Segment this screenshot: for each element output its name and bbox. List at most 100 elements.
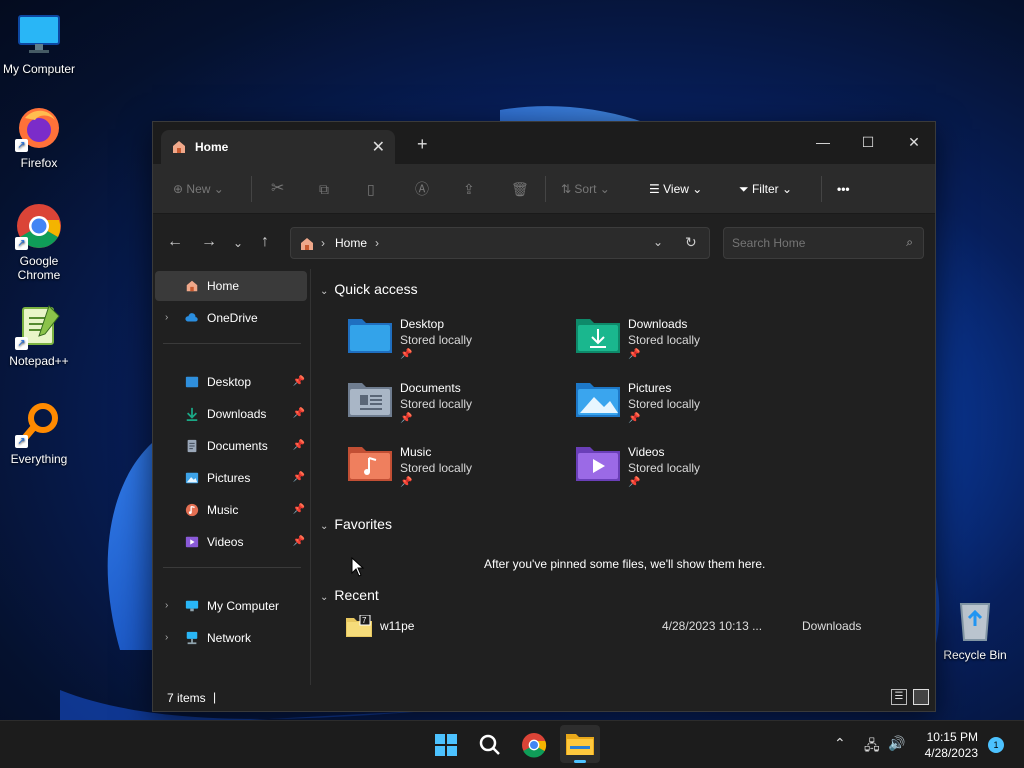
pin-icon: 📌	[628, 349, 641, 360]
sidebar-item-desktop[interactable]: Desktop 📌	[155, 367, 307, 397]
recent-locations-button[interactable]: ⌄	[233, 236, 243, 250]
sidebar-item-onedrive[interactable]: › OneDrive	[155, 303, 307, 333]
pin-icon: 📌	[628, 477, 641, 488]
pin-icon: 📌	[292, 440, 305, 451]
taskbar: ⌃ 🖧 🔊 10:15 PM 4/28/2023 1	[0, 720, 1024, 768]
sidebar-item-downloads[interactable]: Downloads 📌	[155, 399, 307, 429]
search-icon: ↗	[15, 400, 63, 448]
quick-access-header[interactable]: ⌄ Quick access	[320, 281, 418, 297]
shortcut-arrow-icon: ↗	[15, 139, 28, 152]
sidebar-item-documents[interactable]: Documents 📌	[155, 431, 307, 461]
recycle-bin-icon	[951, 596, 999, 644]
quick-access-item-music[interactable]: Music Stored locally 📌	[312, 443, 512, 499]
rename-button[interactable]: Ⓐ	[415, 178, 429, 200]
more-options-button[interactable]: •••	[837, 178, 850, 200]
recent-file-row[interactable]: 7 w11pe 4/28/2023 10:13 ... Downloads	[342, 615, 902, 641]
taskbar-chrome-button[interactable]	[518, 729, 550, 761]
minimize-button[interactable]: —	[800, 128, 846, 156]
quick-access-name: Desktop	[400, 317, 445, 331]
share-icon: ⇪	[463, 181, 475, 197]
details-view-button[interactable]: ☰	[891, 689, 907, 705]
recent-heading: Recent	[334, 587, 379, 603]
show-hidden-icons-button[interactable]: ⌃	[834, 735, 846, 752]
status-bar: 7 items | ☰	[153, 685, 935, 711]
desktop-icon-notepadpp[interactable]: ↗ Notepad++	[0, 302, 78, 368]
sidebar-item-my-computer[interactable]: › My Computer	[155, 591, 307, 621]
breadcrumb-separator: ›	[375, 236, 379, 250]
delete-button[interactable]: 🗑	[511, 178, 529, 200]
desktop-icon-firefox[interactable]: ↗ Firefox	[0, 104, 78, 170]
quick-access-name: Pictures	[628, 381, 672, 395]
view-button[interactable]: ☰ View ⌄	[649, 178, 702, 200]
sort-button[interactable]: ⇅ Sort ⌄	[561, 178, 610, 200]
quick-access-item-documents[interactable]: Documents Stored locally 📌	[312, 379, 512, 435]
address-dropdown-button[interactable]: ⌄	[653, 235, 663, 249]
recent-header[interactable]: ⌄ Recent	[320, 587, 379, 603]
tab-close-button[interactable]: ✕	[372, 137, 385, 157]
sidebar-divider	[163, 567, 301, 568]
desktop-icon-chrome[interactable]: ↗ Google Chrome	[0, 202, 78, 282]
filter-button[interactable]: ⏷ Filter ⌄	[739, 178, 792, 200]
quick-access-item-pictures[interactable]: Pictures Stored locally 📌	[540, 379, 740, 435]
downloads-folder-icon	[576, 319, 620, 353]
title-bar[interactable]: Home ✕ + — ☐ ✕	[153, 122, 935, 164]
share-button[interactable]: ⇪	[463, 178, 475, 200]
breadcrumb-home[interactable]: Home	[335, 236, 367, 250]
sidebar-item-network[interactable]: › Network	[155, 623, 307, 653]
desktop-icon-recycle-bin[interactable]: Recycle Bin	[936, 596, 1014, 662]
close-button[interactable]: ✕	[891, 128, 937, 156]
up-button[interactable]: ↑	[261, 233, 269, 251]
new-tab-button[interactable]: +	[417, 134, 428, 155]
notification-badge[interactable]: 1	[988, 737, 1004, 753]
refresh-button[interactable]: ↻	[685, 234, 697, 251]
start-button[interactable]	[430, 729, 462, 761]
quick-access-status: Stored locally	[628, 333, 701, 347]
chrome-icon	[522, 733, 547, 758]
quick-access-item-downloads[interactable]: Downloads Stored locally 📌	[540, 315, 740, 371]
quick-access-item-videos[interactable]: Videos Stored locally 📌	[540, 443, 740, 499]
zip-file-icon: 7	[346, 615, 372, 637]
copy-button[interactable]: ⧉	[319, 178, 329, 200]
new-button[interactable]: ⊕ New ⌄	[173, 178, 224, 200]
clock-date: 4/28/2023	[924, 746, 978, 760]
back-button[interactable]: ←	[167, 233, 183, 251]
search-box[interactable]: ⌕	[723, 227, 924, 259]
volume-icon[interactable]: 🔊	[888, 735, 905, 752]
tab-home[interactable]: Home ✕	[161, 130, 395, 164]
forward-button[interactable]: →	[201, 233, 217, 251]
network-status-icon[interactable]: 🖧	[864, 735, 880, 759]
desktop-icon-everything[interactable]: ↗ Everything	[0, 400, 78, 466]
file-explorer-window: Home ✕ + — ☐ ✕ ⊕ New ⌄ ✂ ⧉ ▯ Ⓐ ⇪ 🗑 ⇅ Sor…	[152, 121, 936, 712]
search-input[interactable]	[732, 234, 892, 252]
chevron-right-icon[interactable]: ›	[165, 303, 168, 333]
sidebar-item-home[interactable]: Home	[155, 271, 307, 301]
quick-access-item-desktop[interactable]: Desktop Stored locally 📌	[312, 315, 512, 371]
taskbar-search-button[interactable]	[474, 729, 506, 761]
quick-access-name: Videos	[628, 445, 665, 459]
new-label: New	[186, 182, 211, 196]
music-folder-icon	[348, 447, 392, 481]
sidebar-item-pictures[interactable]: Pictures 📌	[155, 463, 307, 493]
navigation-bar: ← → ⌄ ↑ › Home › ⌄ ↻ ⌕	[153, 215, 935, 269]
desktop-icon-my-computer[interactable]: My Computer	[0, 10, 78, 76]
sidebar-item-music[interactable]: Music 📌	[155, 495, 307, 525]
quick-access-name: Music	[400, 445, 432, 459]
system-clock[interactable]: 10:15 PM 4/28/2023	[918, 729, 978, 761]
paste-button[interactable]: ▯	[367, 178, 375, 200]
monitor-icon	[185, 600, 199, 612]
chevron-right-icon[interactable]: ›	[165, 591, 168, 621]
chevron-right-icon[interactable]: ›	[165, 623, 168, 653]
picture-icon	[185, 472, 199, 484]
cut-button[interactable]: ✂	[271, 178, 284, 200]
address-bar[interactable]: › Home › ⌄ ↻	[290, 227, 710, 259]
item-count: 7 items	[167, 691, 206, 705]
command-bar: ⊕ New ⌄ ✂ ⧉ ▯ Ⓐ ⇪ 🗑 ⇅ Sort ⌄ ☰ View ⌄ ⏷ …	[153, 164, 935, 214]
tiles-view-button[interactable]	[913, 689, 929, 705]
taskbar-file-explorer-button[interactable]	[560, 725, 600, 763]
sidebar-item-label: Network	[207, 631, 252, 645]
sidebar-item-label: Downloads	[207, 407, 267, 421]
desktop-folder-icon	[348, 319, 392, 353]
favorites-header[interactable]: ⌄ Favorites	[320, 516, 392, 532]
sidebar-item-videos[interactable]: Videos 📌	[155, 527, 307, 557]
maximize-button[interactable]: ☐	[845, 128, 891, 156]
